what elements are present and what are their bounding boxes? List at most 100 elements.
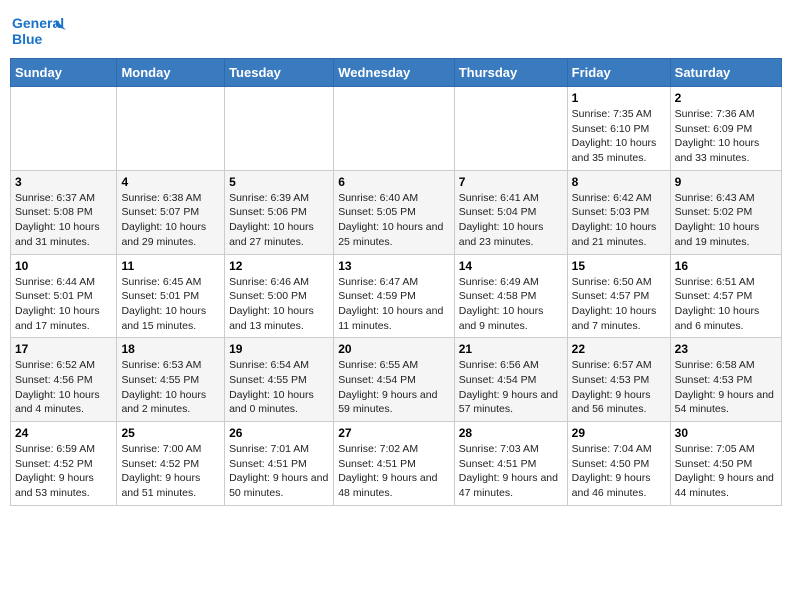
page-header: GeneralBlue	[10, 10, 782, 50]
day-info: Sunrise: 6:54 AMSunset: 4:55 PMDaylight:…	[229, 358, 329, 417]
day-number: 4	[121, 175, 220, 189]
day-cell-10: 10 Sunrise: 6:44 AMSunset: 5:01 PMDayligh…	[11, 254, 117, 338]
day-cell-7: 7Sunrise: 6:41 AMSunset: 5:04 PMDaylight…	[454, 170, 567, 254]
day-number: 20	[338, 342, 450, 356]
day-number: 22	[572, 342, 666, 356]
day-number: 6	[338, 175, 450, 189]
day-info: Sunrise: 6:56 AMSunset: 4:54 PMDaylight:…	[459, 358, 563, 417]
empty-cell	[117, 87, 225, 171]
day-number: 8	[572, 175, 666, 189]
day-info: Sunrise: 7:01 AMSunset: 4:51 PMDaylight:…	[229, 442, 329, 501]
logo: GeneralBlue	[10, 10, 70, 50]
day-cell-3: 3Sunrise: 6:37 AMSunset: 5:08 PMDaylight…	[11, 170, 117, 254]
weekday-header-saturday: Saturday	[670, 59, 781, 87]
day-info: Sunrise: 6:38 AMSunset: 5:07 PMDaylight:…	[121, 191, 220, 250]
day-number: 14	[459, 259, 563, 273]
logo-svg: GeneralBlue	[10, 10, 70, 50]
day-info: Sunrise: 6:58 AMSunset: 4:53 PMDaylight:…	[675, 358, 777, 417]
weekday-header-sunday: Sunday	[11, 59, 117, 87]
empty-cell	[11, 87, 117, 171]
day-cell-14: 14 Sunrise: 6:49 AMSunset: 4:58 PMDayligh…	[454, 254, 567, 338]
day-info: Sunrise: 6:49 AMSunset: 4:58 PMDaylight:…	[459, 275, 563, 334]
day-cell-15: 15 Sunrise: 6:50 AMSunset: 4:57 PMDayligh…	[567, 254, 670, 338]
day-number: 24	[15, 426, 112, 440]
day-info: Sunrise: 6:42 AMSunset: 5:03 PMDaylight:…	[572, 191, 666, 250]
day-info: Sunrise: 7:00 AMSunset: 4:52 PMDaylight:…	[121, 442, 220, 501]
day-number: 16	[675, 259, 777, 273]
week-row-5: 24 Sunrise: 6:59 AMSunset: 4:52 PMDayligh…	[11, 422, 782, 506]
day-info: Sunrise: 6:55 AMSunset: 4:54 PMDaylight:…	[338, 358, 450, 417]
day-cell-11: 11 Sunrise: 6:45 AMSunset: 5:01 PMDayligh…	[117, 254, 225, 338]
day-number: 30	[675, 426, 777, 440]
day-info: Sunrise: 7:05 AMSunset: 4:50 PMDaylight:…	[675, 442, 777, 501]
day-number: 12	[229, 259, 329, 273]
day-number: 27	[338, 426, 450, 440]
day-info: Sunrise: 6:50 AMSunset: 4:57 PMDaylight:…	[572, 275, 666, 334]
day-number: 28	[459, 426, 563, 440]
day-info: Sunrise: 6:57 AMSunset: 4:53 PMDaylight:…	[572, 358, 666, 417]
day-number: 11	[121, 259, 220, 273]
day-cell-17: 17Sunrise: 6:52 AMSunset: 4:56 PMDayligh…	[11, 338, 117, 422]
weekday-header-row: SundayMondayTuesdayWednesdayThursdayFrid…	[11, 59, 782, 87]
day-info: Sunrise: 7:03 AMSunset: 4:51 PMDaylight:…	[459, 442, 563, 501]
day-number: 19	[229, 342, 329, 356]
day-cell-30: 30 Sunrise: 7:05 AMSunset: 4:50 PMDayligh…	[670, 422, 781, 506]
day-number: 3	[15, 175, 112, 189]
day-cell-20: 20 Sunrise: 6:55 AMSunset: 4:54 PMDayligh…	[334, 338, 455, 422]
day-cell-6: 6 Sunrise: 6:40 AMSunset: 5:05 PMDaylight…	[334, 170, 455, 254]
day-info: Sunrise: 6:59 AMSunset: 4:52 PMDaylight:…	[15, 442, 112, 501]
day-info: Sunrise: 7:35 AMSunset: 6:10 PMDaylight:…	[572, 107, 666, 166]
day-info: Sunrise: 7:36 AMSunset: 6:09 PMDaylight:…	[675, 107, 777, 166]
day-cell-25: 25 Sunrise: 7:00 AMSunset: 4:52 PMDayligh…	[117, 422, 225, 506]
day-cell-26: 26 Sunrise: 7:01 AMSunset: 4:51 PMDayligh…	[225, 422, 334, 506]
day-info: Sunrise: 6:46 AMSunset: 5:00 PMDaylight:…	[229, 275, 329, 334]
day-number: 18	[121, 342, 220, 356]
day-cell-12: 12 Sunrise: 6:46 AMSunset: 5:00 PMDayligh…	[225, 254, 334, 338]
day-cell-8: 8 Sunrise: 6:42 AMSunset: 5:03 PMDaylight…	[567, 170, 670, 254]
week-row-2: 3Sunrise: 6:37 AMSunset: 5:08 PMDaylight…	[11, 170, 782, 254]
calendar-table: SundayMondayTuesdayWednesdayThursdayFrid…	[10, 58, 782, 506]
empty-cell	[334, 87, 455, 171]
day-info: Sunrise: 7:04 AMSunset: 4:50 PMDaylight:…	[572, 442, 666, 501]
day-number: 26	[229, 426, 329, 440]
weekday-header-tuesday: Tuesday	[225, 59, 334, 87]
day-info: Sunrise: 6:40 AMSunset: 5:05 PMDaylight:…	[338, 191, 450, 250]
day-number: 9	[675, 175, 777, 189]
day-number: 25	[121, 426, 220, 440]
weekday-header-monday: Monday	[117, 59, 225, 87]
weekday-header-friday: Friday	[567, 59, 670, 87]
empty-cell	[454, 87, 567, 171]
day-cell-9: 9Sunrise: 6:43 AMSunset: 5:02 PMDaylight…	[670, 170, 781, 254]
week-row-3: 10 Sunrise: 6:44 AMSunset: 5:01 PMDayligh…	[11, 254, 782, 338]
day-cell-22: 22 Sunrise: 6:57 AMSunset: 4:53 PMDayligh…	[567, 338, 670, 422]
day-number: 23	[675, 342, 777, 356]
day-cell-5: 5Sunrise: 6:39 AMSunset: 5:06 PMDaylight…	[225, 170, 334, 254]
svg-text:Blue: Blue	[12, 31, 43, 47]
day-info: Sunrise: 6:39 AMSunset: 5:06 PMDaylight:…	[229, 191, 329, 250]
day-cell-21: 21 Sunrise: 6:56 AMSunset: 4:54 PMDayligh…	[454, 338, 567, 422]
day-info: Sunrise: 6:45 AMSunset: 5:01 PMDaylight:…	[121, 275, 220, 334]
day-number: 21	[459, 342, 563, 356]
day-info: Sunrise: 6:44 AMSunset: 5:01 PMDaylight:…	[15, 275, 112, 334]
day-cell-27: 27 Sunrise: 7:02 AMSunset: 4:51 PMDayligh…	[334, 422, 455, 506]
day-number: 15	[572, 259, 666, 273]
weekday-header-thursday: Thursday	[454, 59, 567, 87]
day-cell-29: 29 Sunrise: 7:04 AMSunset: 4:50 PMDayligh…	[567, 422, 670, 506]
day-cell-18: 18 Sunrise: 6:53 AMSunset: 4:55 PMDayligh…	[117, 338, 225, 422]
day-cell-2: 2Sunrise: 7:36 AMSunset: 6:09 PMDaylight…	[670, 87, 781, 171]
day-number: 29	[572, 426, 666, 440]
day-cell-28: 28 Sunrise: 7:03 AMSunset: 4:51 PMDayligh…	[454, 422, 567, 506]
day-info: Sunrise: 6:41 AMSunset: 5:04 PMDaylight:…	[459, 191, 563, 250]
week-row-1: 1Sunrise: 7:35 AMSunset: 6:10 PMDaylight…	[11, 87, 782, 171]
day-info: Sunrise: 6:47 AMSunset: 4:59 PMDaylight:…	[338, 275, 450, 334]
day-cell-23: 23 Sunrise: 6:58 AMSunset: 4:53 PMDayligh…	[670, 338, 781, 422]
day-cell-1: 1Sunrise: 7:35 AMSunset: 6:10 PMDaylight…	[567, 87, 670, 171]
day-info: Sunrise: 6:53 AMSunset: 4:55 PMDaylight:…	[121, 358, 220, 417]
day-cell-16: 16Sunrise: 6:51 AMSunset: 4:57 PMDayligh…	[670, 254, 781, 338]
day-cell-4: 4 Sunrise: 6:38 AMSunset: 5:07 PMDaylight…	[117, 170, 225, 254]
day-cell-19: 19 Sunrise: 6:54 AMSunset: 4:55 PMDayligh…	[225, 338, 334, 422]
empty-cell	[225, 87, 334, 171]
day-info: Sunrise: 7:02 AMSunset: 4:51 PMDaylight:…	[338, 442, 450, 501]
day-number: 10	[15, 259, 112, 273]
day-info: Sunrise: 6:52 AMSunset: 4:56 PMDaylight:…	[15, 358, 112, 417]
